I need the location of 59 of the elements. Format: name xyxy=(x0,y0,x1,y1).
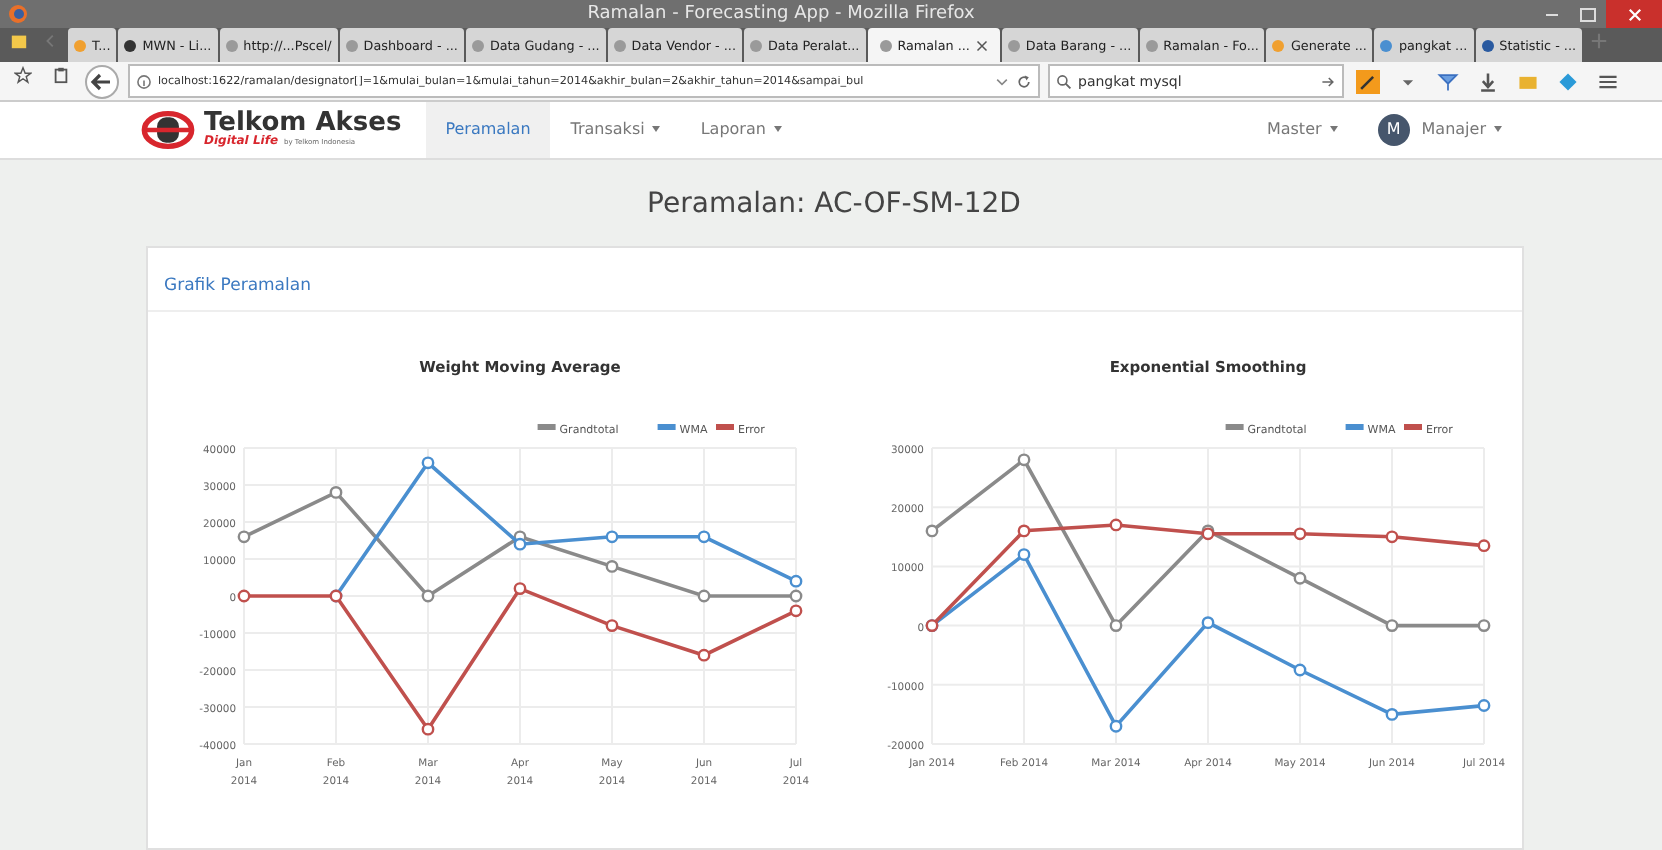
data-point xyxy=(1293,571,1307,585)
site-info-icon xyxy=(136,73,152,90)
bookmark-icon[interactable] xyxy=(10,32,28,51)
nav-item[interactable]: Laporan xyxy=(680,101,802,158)
data-point xyxy=(697,530,711,544)
caret-icon xyxy=(1494,126,1502,133)
data-point xyxy=(1477,619,1491,632)
data-point xyxy=(1385,708,1399,721)
close-button[interactable] xyxy=(1606,0,1662,28)
data-point xyxy=(1385,530,1399,544)
back-button[interactable] xyxy=(84,63,120,100)
data-point xyxy=(329,486,343,499)
data-point xyxy=(513,582,527,595)
data-point xyxy=(1293,527,1307,541)
data-point xyxy=(421,456,435,470)
logo-icon xyxy=(140,109,196,150)
data-point xyxy=(1109,619,1123,632)
search-icon xyxy=(1056,73,1072,90)
star-icon[interactable] xyxy=(14,66,32,85)
pen-icon[interactable] xyxy=(1356,69,1380,94)
data-point xyxy=(605,530,619,544)
nav-item[interactable]: Transaksi xyxy=(550,101,681,158)
data-point xyxy=(925,524,939,538)
nav-menu[interactable]: Master xyxy=(1246,101,1358,158)
page-heading: Peramalan: AC-OF-SM-12D xyxy=(645,188,1023,220)
data-point xyxy=(1017,453,1031,467)
close-tab-icon[interactable] xyxy=(975,39,988,52)
data-point xyxy=(421,722,435,736)
data-point xyxy=(697,648,711,662)
panel-title: Grafik Peramalan xyxy=(164,276,311,296)
nav-item[interactable]: Peramalan xyxy=(425,101,551,158)
data-point xyxy=(1109,719,1123,733)
data-point xyxy=(1017,524,1031,538)
data-point xyxy=(237,589,251,603)
data-point xyxy=(605,560,619,573)
browser-logo-icon xyxy=(8,4,28,24)
diamond-icon[interactable] xyxy=(1556,69,1580,94)
data-point xyxy=(1477,699,1491,712)
data-point xyxy=(1017,548,1031,561)
brand-name: Telkom Akses xyxy=(204,110,402,137)
data-point xyxy=(237,530,251,544)
data-point xyxy=(421,589,435,603)
window-title: Ramalan - Forecasting App - Mozilla Firefox xyxy=(585,4,977,24)
caret-icon xyxy=(1329,126,1338,133)
data-point xyxy=(1109,518,1123,532)
dropdown-icon[interactable] xyxy=(994,73,1010,90)
avatar-icon: M xyxy=(1377,113,1410,146)
data-point xyxy=(1201,616,1215,630)
go-arrow-icon[interactable] xyxy=(1320,73,1336,90)
data-point xyxy=(1385,619,1399,632)
data-point xyxy=(1293,663,1307,677)
data-point xyxy=(1477,539,1491,553)
clipboard-icon[interactable] xyxy=(52,66,70,85)
data-point xyxy=(697,589,711,603)
nav-menu[interactable]: M Manajer xyxy=(1357,101,1522,158)
reload-icon[interactable] xyxy=(1016,73,1032,90)
download-icon[interactable] xyxy=(1476,69,1500,94)
close-icon xyxy=(1627,7,1641,21)
data-point xyxy=(605,619,619,632)
